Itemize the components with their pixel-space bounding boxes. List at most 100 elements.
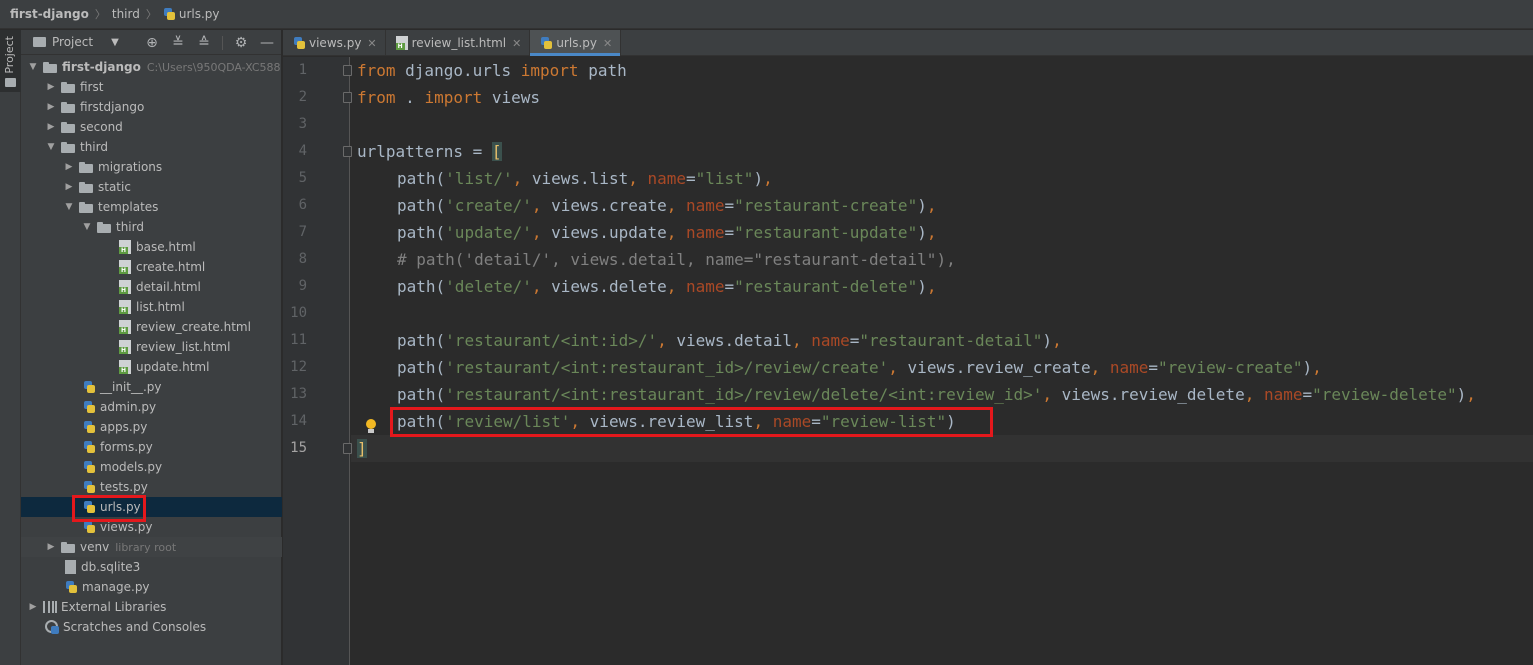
chevron-right-icon[interactable]: ▶ (63, 181, 75, 193)
tree-item-venv[interactable]: ▶ venv library root (21, 537, 282, 557)
tree-label: third (80, 140, 108, 154)
string-token: "restaurant-delete" (734, 277, 918, 296)
keyword-token: , (666, 277, 686, 296)
fold-marker-icon[interactable] (343, 65, 352, 76)
code-token: . (395, 88, 425, 107)
caret-down-icon[interactable]: ▼ (111, 37, 119, 48)
tree-label: review_create.html (136, 320, 251, 334)
keyword-token: , (1052, 331, 1062, 350)
tree-item-firstdjango[interactable]: ▶ firstdjango (21, 97, 282, 117)
folder-icon (79, 201, 93, 213)
chevron-right-icon[interactable]: ▶ (45, 81, 57, 93)
tree-item-review-create-html[interactable]: review_create.html (21, 317, 282, 337)
collapse-all-icon[interactable]: ≙ (196, 35, 212, 51)
tree-item-external-libraries[interactable]: ▶ External Libraries (21, 597, 282, 617)
keyword-token: , (531, 277, 552, 296)
html-file-icon (119, 320, 131, 334)
chevron-right-icon[interactable]: ▶ (45, 541, 57, 553)
tree-item-views-py[interactable]: views.py (21, 517, 282, 537)
tree-label: third (116, 220, 144, 234)
tree-item-scratches[interactable]: Scratches and Consoles (21, 617, 282, 637)
navigation-bar: first-django 〉 third 〉 urls.py (0, 0, 1533, 29)
project-view-selector[interactable]: Project (52, 35, 93, 49)
param-token: name (647, 169, 686, 188)
tree-item-second[interactable]: ▶ second (21, 117, 282, 137)
line-number: 5 (298, 170, 307, 186)
tree-item-db-sqlite3[interactable]: db.sqlite3 (21, 557, 282, 577)
code-editor[interactable]: 1 2 3 4 5 6 7 8 9 10 11 12 13 14 15 from… (283, 57, 1533, 665)
project-tool-tab[interactable]: Project (0, 30, 21, 92)
html-file-icon (395, 36, 408, 50)
code-line-14: path('review/list', views.review_list, n… (397, 408, 956, 435)
tree-item-create-html[interactable]: create.html (21, 257, 282, 277)
chevron-right-icon[interactable]: ▶ (45, 101, 57, 113)
chevron-down-icon[interactable]: ▼ (81, 221, 93, 233)
tree-item-first[interactable]: ▶ first (21, 77, 282, 97)
expand-all-icon[interactable]: ≚ (170, 35, 186, 51)
code-token: = (724, 277, 735, 296)
chevron-down-icon[interactable]: ▼ (27, 61, 39, 73)
chevron-down-icon[interactable]: ▼ (63, 201, 75, 213)
tree-item-migrations[interactable]: ▶ migrations (21, 157, 282, 177)
param-token: name (686, 223, 725, 242)
close-icon[interactable]: ✕ (603, 37, 612, 50)
breadcrumb-folder[interactable]: third (112, 7, 140, 21)
code-token: ) (753, 169, 764, 188)
tree-item-admin-py[interactable]: admin.py (21, 397, 282, 417)
keyword-token: , (926, 196, 937, 215)
html-file-icon (119, 260, 131, 274)
keyword-token: , (666, 196, 686, 215)
lightbulb-icon[interactable] (365, 419, 377, 434)
param-token: name (686, 277, 725, 296)
tree-item-list-html[interactable]: list.html (21, 297, 282, 317)
breadcrumb-file[interactable]: urls.py (179, 7, 220, 21)
fold-marker-icon[interactable] (343, 92, 352, 103)
chevron-right-icon[interactable]: ▶ (45, 121, 57, 133)
param-token: name (1263, 385, 1303, 404)
chevron-down-icon[interactable]: ▼ (45, 141, 57, 153)
chevron-right-icon[interactable]: ▶ (63, 161, 75, 173)
tree-item-manage-py[interactable]: manage.py (21, 577, 282, 597)
tree-item-base-html[interactable]: base.html (21, 237, 282, 257)
keyword-token: , (657, 331, 677, 350)
tree-item-templates-third[interactable]: ▼ third (21, 217, 282, 237)
python-file-icon (83, 420, 96, 434)
tree-item-static[interactable]: ▶ static (21, 177, 282, 197)
chevron-right-icon[interactable]: ▶ (27, 601, 39, 613)
tab-review-list-html[interactable]: review_list.html ✕ (386, 30, 531, 56)
folder-icon (97, 221, 111, 233)
tree-item-models-py[interactable]: models.py (21, 457, 282, 477)
tree-item-init-py[interactable]: __init__.py (21, 377, 282, 397)
keyword-token: , (763, 169, 773, 188)
hide-icon[interactable]: — (259, 35, 275, 51)
tree-item-urls-py[interactable]: urls.py (21, 497, 282, 517)
tree-item-templates[interactable]: ▼ templates (21, 197, 282, 217)
code-line-8: # path('detail/', views.detail, name="re… (397, 250, 956, 269)
tree-item-apps-py[interactable]: apps.py (21, 417, 282, 437)
tree-item-review-list-html[interactable]: review_list.html (21, 337, 282, 357)
breadcrumb-project[interactable]: first-django (10, 7, 89, 21)
string-token: 'create/' (445, 196, 532, 215)
tab-urls-py[interactable]: urls.py ✕ (530, 30, 622, 56)
close-icon[interactable]: ✕ (512, 37, 521, 50)
tree-item-tests-py[interactable]: tests.py (21, 477, 282, 497)
chevron-right-icon: 〉 (145, 8, 157, 21)
tree-item-root[interactable]: ▼ first-django C:\Users\950QDA-XC588 (21, 57, 282, 77)
tree-item-update-html[interactable]: update.html (21, 357, 282, 377)
code-token: views.update (551, 223, 667, 242)
close-icon[interactable]: ✕ (367, 37, 376, 50)
python-file-icon (540, 36, 553, 50)
locate-icon[interactable]: ⊕ (144, 35, 160, 51)
tree-item-third[interactable]: ▼ third (21, 137, 282, 157)
tree-item-forms-py[interactable]: forms.py (21, 437, 282, 457)
code-line-4: urlpatterns = [ (357, 138, 502, 165)
tree-item-detail-html[interactable]: detail.html (21, 277, 282, 297)
keyword-token: , (531, 223, 552, 242)
line-number: 8 (298, 251, 307, 267)
line-number: 10 (290, 305, 307, 321)
code-line-7: path('update/', views.update, name="rest… (397, 219, 936, 246)
fold-marker-icon[interactable] (343, 443, 352, 454)
fold-marker-icon[interactable] (343, 146, 352, 157)
tab-views-py[interactable]: views.py ✕ (283, 30, 386, 56)
gear-icon[interactable]: ⚙ (233, 35, 249, 51)
